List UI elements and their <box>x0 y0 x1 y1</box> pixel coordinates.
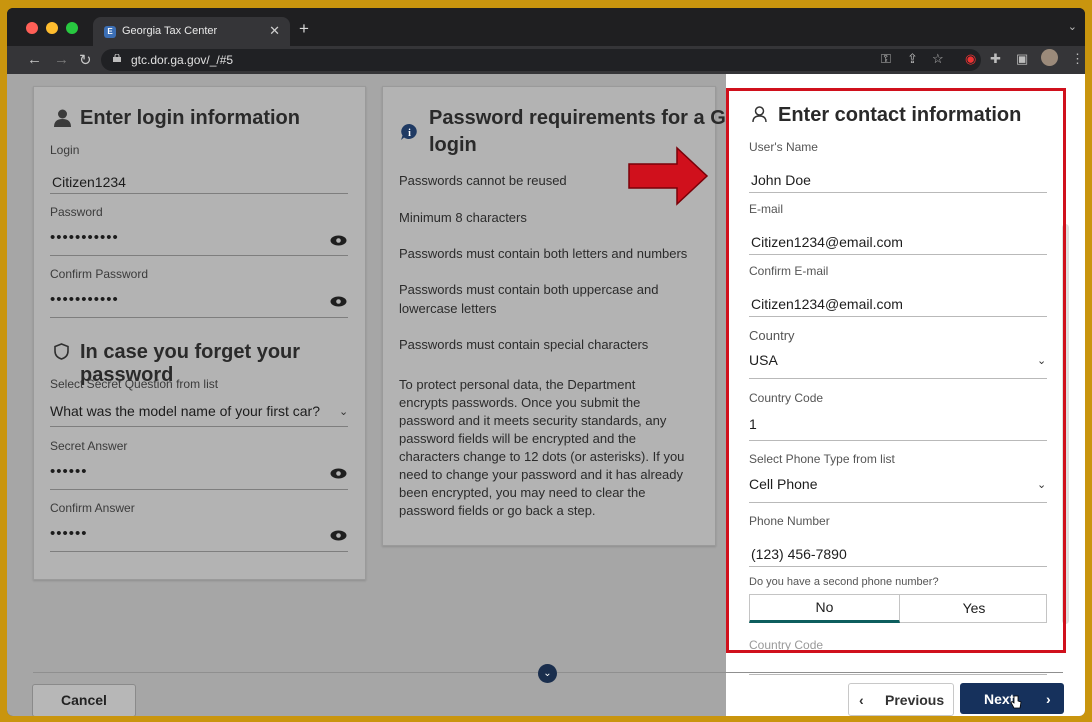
maximize-window-button[interactable] <box>66 22 78 34</box>
shield-icon <box>54 343 69 360</box>
chevron-right-icon: › <box>1046 691 1051 707</box>
secret-answer-label: Secret Answer <box>50 439 128 453</box>
password-input[interactable]: ••••••••••• <box>50 229 119 246</box>
share-icon[interactable]: ⇪ <box>907 51 918 67</box>
tab-list-chevron-icon[interactable]: ⌄ <box>1068 20 1077 33</box>
previous-label: Previous <box>885 692 945 708</box>
next-button[interactable]: Next › <box>960 683 1064 714</box>
login-card-title: Enter login information <box>80 107 300 129</box>
requirements-title-line1: Password requirements for a GTC <box>429 107 753 129</box>
login-info-card: Enter login information Login Citizen123… <box>33 86 366 580</box>
browser-menu-icon[interactable]: ⋮ <box>1071 51 1084 67</box>
title-bar: E Georgia Tax Center ✕ + ⌄ <box>7 8 1085 46</box>
previous-button[interactable]: ‹ Previous <box>848 683 954 716</box>
reload-icon[interactable]: ↻ <box>79 51 92 69</box>
requirements-title-line2: login <box>429 134 477 156</box>
tab-title: Georgia Tax Center <box>122 25 218 37</box>
browser-tab[interactable]: E Georgia Tax Center ✕ <box>93 17 290 46</box>
cancel-button[interactable]: Cancel <box>32 684 136 716</box>
requirement-item: Passwords must contain special character… <box>399 337 649 352</box>
page-content: Enter login information Login Citizen123… <box>7 74 1085 716</box>
confirm-answer-label: Confirm Answer <box>50 501 135 515</box>
requirements-paragraph-line: encrypts passwords. Once you submit the <box>399 395 641 410</box>
close-window-button[interactable] <box>26 22 38 34</box>
requirement-item: Minimum 8 characters <box>399 210 527 225</box>
requirements-paragraph-line: characters change to 12 dots (or asteris… <box>399 449 685 464</box>
hand-cursor-icon <box>1010 695 1022 709</box>
password-label: Password <box>50 205 103 219</box>
requirement-item: Passwords must contain both uppercase an… <box>399 282 659 297</box>
requirements-paragraph-line: password and it meets security standards… <box>399 413 667 428</box>
login-input[interactable]: Citizen1234 <box>52 174 126 190</box>
secret-question-select[interactable]: What was the model name of your first ca… <box>50 403 320 419</box>
user-icon <box>54 109 71 127</box>
profile-avatar[interactable] <box>1041 49 1058 66</box>
scroll-down-icon[interactable]: ⌄ <box>538 664 557 683</box>
requirements-paragraph-line: To protect personal data, the Department <box>399 377 636 392</box>
show-password-eye-icon[interactable] <box>330 235 347 246</box>
show-confirm-password-eye-icon[interactable] <box>330 296 347 307</box>
requirement-item: Passwords must contain both letters and … <box>399 246 688 261</box>
confirm-password-label: Confirm Password <box>50 267 149 281</box>
tab-close-icon[interactable]: ✕ <box>269 23 280 39</box>
secret-question-label: Select Secret Question from list <box>50 377 219 391</box>
lock-icon <box>113 54 121 62</box>
requirements-paragraph-line: password fields or go back a step. <box>399 503 596 518</box>
back-arrow-icon[interactable]: ← <box>27 51 42 68</box>
minimize-window-button[interactable] <box>46 22 58 34</box>
requirement-item: lowercase letters <box>399 301 497 316</box>
forward-arrow-icon[interactable]: → <box>54 51 69 68</box>
requirements-paragraph-line: password fields will be encrypted and th… <box>399 431 637 446</box>
url-text: gtc.dor.ga.gov/_/#5 <box>131 53 234 67</box>
requirements-paragraph-line: need to change your password and it has … <box>399 467 684 482</box>
red-arrow-annotation <box>628 146 709 206</box>
svg-text:i: i <box>408 128 411 139</box>
bookmark-star-icon[interactable]: ☆ <box>932 51 944 67</box>
show-secret-answer-eye-icon[interactable] <box>330 468 347 479</box>
chevron-left-icon: ‹ <box>859 692 864 708</box>
key-icon[interactable]: ⚿ <box>881 51 891 67</box>
confirm-answer-input[interactable]: •••••• <box>50 525 88 542</box>
browser-window: E Georgia Tax Center ✕ + ⌄ ← → ↻ gtc.dor… <box>7 8 1085 716</box>
requirements-paragraph-line: been encrypted, you may need to clear th… <box>399 485 646 500</box>
info-bubble-icon: i <box>401 123 417 140</box>
requirement-item: Passwords cannot be reused <box>399 173 567 188</box>
chevron-down-icon[interactable]: ⌄ <box>339 405 348 418</box>
extensions-puzzle-icon[interactable]: ✚ <box>990 51 1001 67</box>
record-extension-icon[interactable]: ◉ <box>965 51 976 67</box>
sidebar-icon[interactable]: ▣ <box>1016 51 1028 67</box>
show-confirm-answer-eye-icon[interactable] <box>330 530 347 541</box>
secret-answer-input[interactable]: •••••• <box>50 463 88 480</box>
confirm-password-input[interactable]: ••••••••••• <box>50 291 119 308</box>
red-highlight-box <box>726 88 1066 653</box>
address-bar: ← → ↻ gtc.dor.ga.gov/_/#5 ⚿ ⇪ ☆ ◉ ✚ ▣ ⋮ <box>7 46 1085 74</box>
new-tab-icon[interactable]: + <box>299 19 309 39</box>
url-field[interactable]: gtc.dor.ga.gov/_/#5 <box>101 49 981 71</box>
login-label: Login <box>50 143 80 157</box>
favicon-icon: E <box>104 26 116 38</box>
